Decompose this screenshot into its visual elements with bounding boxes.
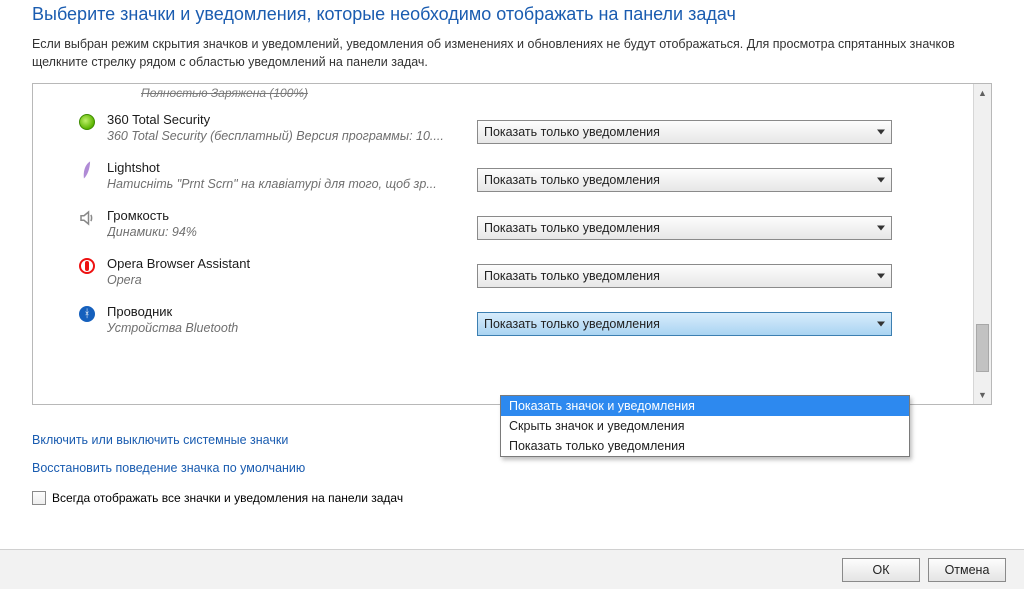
chevron-down-icon	[877, 322, 885, 327]
select-value: Показать только уведомления	[484, 221, 660, 235]
scroll-thumb[interactable]	[976, 324, 989, 372]
ok-button[interactable]: ОК	[842, 558, 920, 582]
item-title: Проводник	[107, 304, 467, 319]
previous-item-cutoff: Полностью Заряжена (100%)	[33, 84, 973, 104]
item-title: Lightshot	[107, 160, 467, 175]
behavior-select[interactable]: Показать только уведомления	[477, 264, 892, 288]
lightshot-icon	[77, 160, 97, 180]
chevron-down-icon	[877, 178, 885, 183]
page-title: Выберите значки и уведомления, которые н…	[32, 4, 992, 25]
behavior-dropdown-popup: Показать значок и уведомления Скрыть зна…	[500, 395, 910, 457]
header: Выберите значки и уведомления, которые н…	[0, 0, 1024, 71]
always-show-checkbox-row: Всегда отображать все значки и уведомлен…	[32, 491, 992, 505]
scroll-up-button[interactable]: ▲	[974, 84, 991, 102]
item-desc: Opera	[107, 273, 467, 287]
dropdown-option[interactable]: Скрыть значок и уведомления	[501, 416, 909, 436]
item-desc: Динамики: 94%	[107, 225, 467, 239]
cancel-button[interactable]: Отмена	[928, 558, 1006, 582]
chevron-down-icon	[877, 226, 885, 231]
item-title: 360 Total Security	[107, 112, 467, 127]
list-item: 360 Total Security 360 Total Security (б…	[33, 104, 973, 152]
scrollbar[interactable]: ▲ ▼	[973, 84, 991, 404]
behavior-select[interactable]: Показать только уведомления	[477, 216, 892, 240]
dialog-footer: ОК Отмена	[0, 549, 1024, 589]
list-item: Lightshot Натисніть "Prnt Scrn" на клаві…	[33, 152, 973, 200]
item-title: Opera Browser Assistant	[107, 256, 467, 271]
icon-list-frame: Полностью Заряжена (100%) 360 Total Secu…	[32, 83, 992, 405]
system-icons-link[interactable]: Включить или выключить системные значки	[32, 433, 288, 447]
select-value: Показать только уведомления	[484, 317, 660, 331]
360-icon	[77, 112, 97, 132]
dropdown-option[interactable]: Показать значок и уведомления	[501, 396, 909, 416]
always-show-checkbox[interactable]	[32, 491, 46, 505]
behavior-select[interactable]: Показать только уведомления	[477, 168, 892, 192]
icon-list: Полностью Заряжена (100%) 360 Total Secu…	[33, 84, 973, 404]
item-desc: Натисніть "Prnt Scrn" на клавіатурі для …	[107, 177, 467, 191]
speaker-icon	[77, 208, 97, 228]
scroll-down-button[interactable]: ▼	[974, 386, 991, 404]
opera-icon	[77, 256, 97, 276]
chevron-down-icon	[877, 274, 885, 279]
list-item: Громкость Динамики: 94% Показать только …	[33, 200, 973, 248]
item-desc: Устройства Bluetooth	[107, 321, 467, 335]
item-desc: 360 Total Security (бесплатный) Версия п…	[107, 129, 467, 143]
chevron-down-icon	[877, 130, 885, 135]
select-value: Показать только уведомления	[484, 173, 660, 187]
page-subtitle: Если выбран режим скрытия значков и увед…	[32, 35, 992, 71]
restore-default-link[interactable]: Восстановить поведение значка по умолчан…	[32, 461, 305, 475]
list-item: ᚼ Проводник Устройства Bluetooth Показат…	[33, 296, 973, 344]
behavior-select[interactable]: Показать только уведомления	[477, 312, 892, 336]
behavior-select[interactable]: Показать только уведомления	[477, 120, 892, 144]
item-title: Громкость	[107, 208, 467, 223]
list-item: Opera Browser Assistant Opera Показать т…	[33, 248, 973, 296]
bluetooth-icon: ᚼ	[77, 304, 97, 324]
select-value: Показать только уведомления	[484, 269, 660, 283]
always-show-label: Всегда отображать все значки и уведомлен…	[52, 491, 403, 505]
dropdown-option[interactable]: Показать только уведомления	[501, 436, 909, 456]
select-value: Показать только уведомления	[484, 125, 660, 139]
